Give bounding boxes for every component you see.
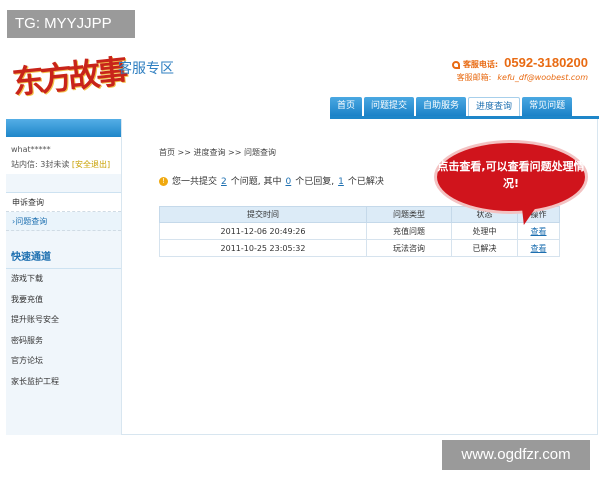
cell-status: 处理中 — [451, 222, 518, 240]
sidebar: what***** 站内信: 3封未读 [安全退出] 申诉查询 ›问题查询 快速… — [6, 119, 122, 435]
summary-mid2: 个已回复, — [295, 177, 335, 187]
summary-mid1: 个问题, 其中 — [230, 177, 282, 187]
sidebar-header — [6, 119, 121, 137]
phone-number: 0592-3180200 — [504, 55, 588, 70]
question-summary: ! 您一共提交 2 个问题, 其中 0 个已回复, 1 个已解决 — [159, 174, 384, 187]
question-table: 提交时间 问题类型 状态 操作 2011-12-06 20:49:26 充值问题… — [159, 206, 560, 257]
sidebar-item-question-query[interactable]: ›问题查询 — [6, 212, 121, 231]
logout-link[interactable]: [安全退出] — [72, 160, 110, 169]
view-link[interactable]: 查看 — [517, 239, 560, 257]
column-header-question-type: 问题类型 — [366, 206, 452, 223]
quick-link-official-forum[interactable]: 官方论坛 — [6, 351, 121, 372]
email-line: 客服邮箱: kefu_df@woobest.com — [452, 72, 588, 83]
email-address[interactable]: kefu_df@woobest.com — [497, 73, 588, 82]
user-box: what***** 站内信: 3封未读 [安全退出] — [6, 137, 121, 174]
site-logo[interactable]: 东方故事 — [10, 46, 126, 103]
phone-icon — [451, 60, 460, 69]
phone-line: 客服电话: 0592-3180200 — [451, 55, 588, 70]
quick-access-list: 游戏下载 我要充值 提升账号安全 密码服务 官方论坛 家长监护工程 — [6, 269, 121, 392]
breadcrumb: 首页 >> 进度查询 >> 问题查询 — [159, 148, 276, 157]
callout-bubble: 点击查看,可以查看问题处理情况! — [437, 143, 585, 211]
column-header-submit-time: 提交时间 — [159, 206, 367, 223]
sidebar-menu: 申诉查询 ›问题查询 — [6, 192, 121, 231]
quick-access-title: 快速通道 — [6, 247, 121, 269]
tab-progress-query[interactable]: 进度查询 — [468, 97, 521, 116]
contact-info: 客服电话: 0592-3180200 客服邮箱: kefu_df@woobest.c… — [451, 55, 588, 83]
cell-question-type: 玩法咨询 — [366, 239, 452, 257]
summary-prefix: 您一共提交 — [172, 177, 218, 187]
cell-status: 已解决 — [451, 239, 518, 257]
table-row: 2011-12-06 20:49:26 充值问题 处理中 查看 — [159, 222, 560, 240]
logo-subtitle: 客服专区 — [118, 61, 174, 77]
unread-messages[interactable]: 站内信: 3封未读 — [11, 160, 69, 169]
cell-question-type: 充值问题 — [366, 222, 452, 240]
tab-submit-question[interactable]: 问题提交 — [364, 97, 415, 116]
cell-submit-time: 2011-10-25 23:05:32 — [159, 239, 367, 257]
total-count[interactable]: 2 — [221, 177, 227, 187]
email-label: 客服邮箱: — [456, 73, 492, 82]
message-line: 站内信: 3封未读 [安全退出] — [11, 159, 116, 170]
quick-link-password-service[interactable]: 密码服务 — [6, 331, 121, 352]
watermark-top: TG: MYYJJPP — [7, 10, 135, 38]
tab-home[interactable]: 首页 — [330, 97, 363, 116]
cell-submit-time: 2011-12-06 20:49:26 — [159, 222, 367, 240]
username: what***** — [11, 145, 51, 154]
phone-label: 客服电话: — [462, 60, 499, 69]
quick-link-parental-guardian[interactable]: 家长监护工程 — [6, 372, 121, 393]
watermark-bottom: www.ogdfzr.com — [442, 440, 590, 470]
solved-count[interactable]: 1 — [338, 177, 344, 187]
warning-icon: ! — [159, 177, 168, 186]
replied-count[interactable]: 0 — [285, 177, 291, 187]
tab-faq[interactable]: 常见问题 — [522, 97, 573, 116]
quick-link-game-download[interactable]: 游戏下载 — [6, 269, 121, 290]
quick-link-account-security[interactable]: 提升账号安全 — [6, 310, 121, 331]
quick-link-recharge[interactable]: 我要充值 — [6, 290, 121, 311]
top-nav: 首页 问题提交 自助服务 进度查询 常见问题 — [330, 97, 599, 119]
tab-self-service[interactable]: 自助服务 — [416, 97, 467, 116]
summary-suffix: 个已解决 — [347, 177, 384, 187]
table-row: 2011-10-25 23:05:32 玩法咨询 已解决 查看 — [159, 239, 560, 257]
sidebar-item-appeal-query[interactable]: 申诉查询 — [6, 193, 121, 212]
